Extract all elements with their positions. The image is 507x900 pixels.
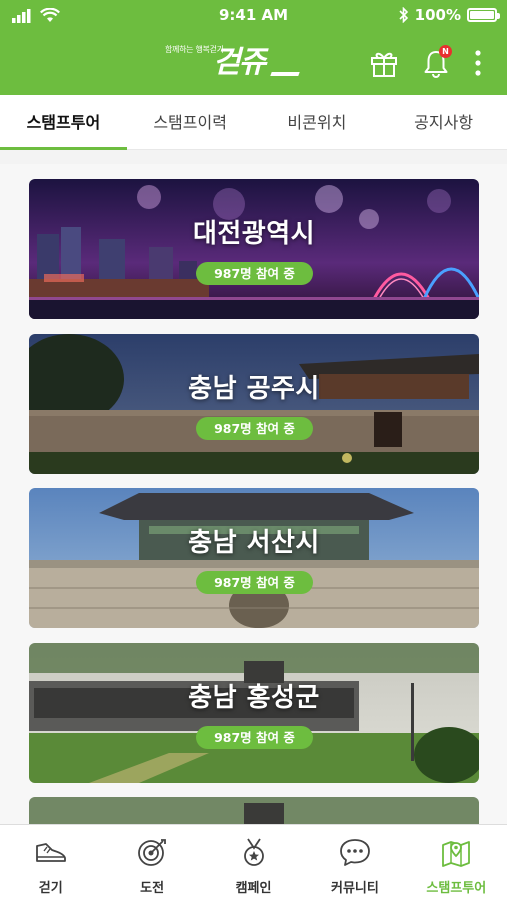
tour-image-partial (29, 797, 479, 824)
tab-stamp-history[interactable]: 스탬프이력 (127, 95, 254, 149)
nav-stamp-tour[interactable]: 스탬프투어 (406, 825, 507, 900)
nav-label: 걷기 (38, 881, 63, 896)
chat-icon (340, 839, 370, 866)
nav-community[interactable]: 커뮤니티 (304, 825, 405, 900)
gift-button[interactable] (369, 48, 399, 78)
tour-card-partial[interactable] (29, 797, 479, 824)
app-logo[interactable]: 함께하는 행복걷기 걷쥬 (165, 42, 310, 84)
nav-walk[interactable]: 걷기 (0, 825, 101, 900)
bottom-nav: 걷기 도전 캠페인 커뮤니티 스탬프투어 (0, 824, 507, 900)
app-header: 9:41 AM 100% 함께하는 행복걷기 걷쥬 N (0, 0, 507, 95)
battery-percent: 100% (414, 6, 461, 24)
target-icon (138, 839, 167, 866)
tour-title: 충남 서산시 (188, 528, 320, 558)
participants-badge: 987명 참여 중 (196, 417, 313, 440)
status-bar: 9:41 AM 100% (0, 0, 507, 32)
gift-icon (371, 52, 397, 77)
tour-card-gongju[interactable]: 충남 공주시 987명 참여 중 (29, 334, 479, 474)
tab-notices[interactable]: 공지사항 (380, 95, 507, 149)
tab-bar: 스탬프투어 스탬프이력 비콘위치 공지사항 (0, 95, 507, 150)
medal-icon (243, 838, 264, 866)
tour-title: 충남 홍성군 (188, 683, 320, 713)
battery-icon (467, 8, 500, 22)
logo-underline (270, 72, 300, 76)
participants-badge: 987명 참여 중 (196, 726, 313, 749)
nav-label: 커뮤니티 (331, 881, 379, 896)
more-button[interactable] (466, 48, 490, 78)
tour-list[interactable]: 대전광역시 987명 참여 중 충남 공주시 987명 참여 중 충남 서산시 … (0, 164, 507, 824)
nav-label: 스탬프투어 (426, 881, 487, 896)
tab-stamp-tour[interactable]: 스탬프투어 (0, 95, 127, 150)
tour-title: 대전광역시 (192, 219, 316, 249)
nav-campaign[interactable]: 캠페인 (203, 825, 304, 900)
section-divider (0, 150, 507, 164)
tour-card-seosan[interactable]: 충남 서산시 987명 참여 중 (29, 488, 479, 628)
nav-challenge[interactable]: 도전 (101, 825, 202, 900)
notification-button[interactable]: N (421, 45, 452, 78)
participants-badge: 987명 참여 중 (196, 571, 313, 594)
tour-card-hongseong[interactable]: 충남 홍성군 987명 참여 중 (29, 643, 479, 783)
bluetooth-icon (399, 7, 408, 23)
tab-beacon-location[interactable]: 비콘위치 (254, 95, 381, 149)
nav-label: 캠페인 (235, 881, 272, 896)
participants-badge: 987명 참여 중 (196, 262, 313, 285)
logo-text: 걷쥬 (213, 45, 266, 80)
notification-badge: N (439, 45, 452, 58)
tour-title: 충남 공주시 (188, 374, 320, 404)
shoe-icon (35, 843, 66, 862)
map-pin-icon (442, 841, 471, 867)
nav-label: 도전 (140, 881, 165, 896)
tour-card-daejeon[interactable]: 대전광역시 987명 참여 중 (29, 179, 479, 319)
more-icon (475, 50, 481, 76)
